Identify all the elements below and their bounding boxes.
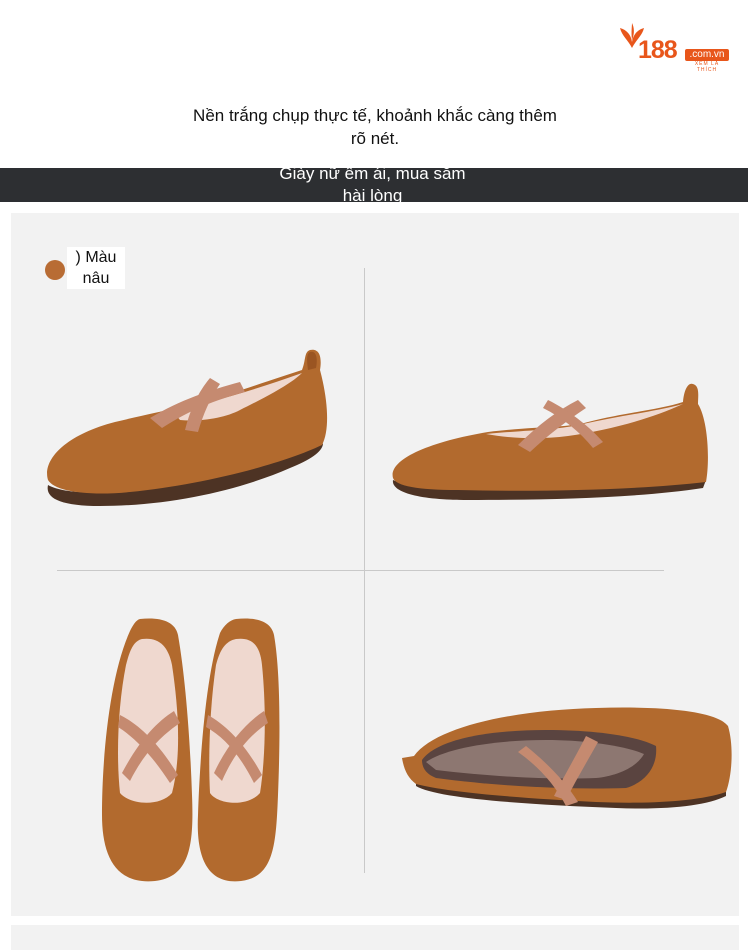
shoe-low-angle-view	[402, 707, 732, 809]
brand-logo[interactable]: 188 .com.vn XEM LÀ THÍCH	[618, 22, 734, 73]
brand-domain: .com.vn	[685, 49, 729, 61]
color-label-line-2: nâu	[82, 270, 110, 287]
photo-caption: Nền trắng chụp thực tế, khoảnh khắc càng…	[160, 104, 590, 150]
banner-line-1: Giày nữ êm ái, mua sắm	[279, 164, 466, 183]
banner-text: Giày nữ êm ái, mua sắm hài lòng	[250, 163, 495, 207]
brand-tagline: XEM LÀ THÍCH	[694, 61, 720, 73]
banner-line-2: hài lòng	[342, 186, 403, 205]
shoe-side-view-right	[392, 383, 708, 500]
color-label-line-1: ) Màu	[75, 249, 117, 266]
shoe-top-view-pair	[102, 618, 280, 882]
grid-divider-horizontal	[57, 570, 664, 571]
caption-line-2: rõ nét.	[350, 129, 400, 148]
caption-line-1: Nền trắng chụp thực tế, khoảnh khắc càng…	[193, 106, 557, 125]
color-option-label: ) Màu nâu	[67, 247, 125, 289]
shoe-side-view-left	[47, 349, 328, 506]
next-photo-panel	[11, 925, 739, 950]
color-swatch[interactable]	[45, 260, 65, 280]
brand-number: 188	[638, 36, 678, 64]
